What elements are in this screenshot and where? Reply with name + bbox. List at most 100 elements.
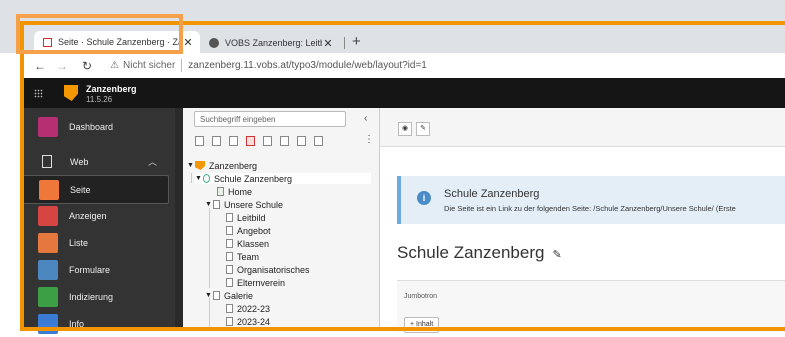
module-menu-resizer[interactable] [175,108,183,331]
page-icon [226,226,233,235]
module-dashboard[interactable]: Dashboard [20,113,175,140]
tree-node[interactable]: Team [226,251,259,262]
close-tab-icon[interactable]: ✕ [182,36,194,49]
divider-icon[interactable] [314,136,323,146]
tree-node[interactable]: Klassen [226,238,269,249]
expand-icon[interactable]: ▼ [205,292,213,299]
site-version: 11.5.26 [86,95,113,104]
tree-node-label: Home [228,186,253,197]
more-options-icon[interactable]: ⋮ [364,134,374,145]
tree-node[interactable]: Elternverein [226,277,285,288]
column-label: Jumbotron [404,293,438,300]
info-icon: i [417,191,431,205]
tree-node[interactable]: 2023-24 [226,316,270,327]
tree-node-selected[interactable]: ▼ Schule Zanzenberg [195,173,371,184]
tree-node-label: Klassen [237,238,270,249]
reload-icon[interactable]: ↻ [82,59,92,73]
typo3-topbar: Zanzenberg 11.5.26 [20,78,785,108]
tree-node[interactable]: ▼ Zanzenberg [187,160,257,171]
home-page-icon [217,187,224,196]
module-liste[interactable]: Liste [20,229,175,256]
back-icon[interactable]: ← [34,59,46,73]
page-icon [226,252,233,261]
tree-node-label: Team [237,251,260,262]
tree-node-label: 2023-24 [237,316,271,327]
edit-page-properties-icon[interactable]: ✎ [416,122,430,136]
new-page-advanced-icon[interactable] [212,136,221,146]
pencil-icon[interactable]: ✎ [552,249,561,261]
page-icon [42,155,52,168]
forward-icon[interactable]: → [56,59,68,73]
tree-node-label: Leitbild [237,212,266,223]
module-group-label: Web [70,156,89,167]
tree-node[interactable]: ▼ Galerie [205,290,253,301]
page-icon [213,291,220,300]
page-module-icon [39,179,59,200]
page-title: Schule Zanzenberg ✎ [397,243,562,263]
expand-icon[interactable]: ▼ [205,201,213,208]
module-label: Formulare [69,264,111,275]
expand-icon[interactable]: ▼ [187,162,195,169]
module-menu: Dashboard Web ︿ Seite Anzeigen Liste For… [20,108,175,334]
security-label[interactable]: Nicht sicher [123,60,175,71]
module-anzeigen[interactable]: Anzeigen [20,202,175,229]
tab-separator [344,37,345,49]
form-icon [38,259,58,280]
url-separator [181,59,183,72]
index-icon [38,286,58,307]
new-tab-button[interactable]: + [352,33,361,50]
module-info[interactable]: Info [20,310,175,337]
module-indizierung[interactable]: Indizierung [20,283,175,310]
address-bar: ← → ↻ ⚠ Nicht sicher zanzenberg.11.vobs.… [20,53,785,78]
module-group-web[interactable]: Web ︿ [20,148,175,175]
new-folder-icon[interactable] [280,136,289,146]
close-tab-icon[interactable]: ✕ [322,37,334,50]
view-page-icon[interactable]: ◉ [398,122,412,136]
module-menu-toggle-icon[interactable] [34,89,43,98]
browser-tab-inactive[interactable]: VOBS Zanzenberg: Leitbild ✕ [200,33,340,53]
expand-icon[interactable]: ▼ [195,175,203,182]
chevron-up-icon[interactable]: ︿ [148,155,157,168]
tree-node[interactable]: 2022-23 [226,303,270,314]
module-label: Anzeigen [69,210,107,221]
globe-favicon-icon [209,38,219,48]
site-name: Zanzenberg [86,84,137,94]
tree-node[interactable]: Leitbild [226,212,266,223]
new-mountpoint-icon[interactable] [246,136,255,146]
page-title-text: Schule Zanzenberg [397,243,545,262]
typo3-favicon-icon [43,37,52,47]
tree-guide [209,298,210,331]
page-icon [226,239,233,248]
new-shortcut-icon[interactable] [229,136,238,146]
site-root-icon [203,174,210,183]
tree-node-label: Galerie [224,290,254,301]
collapse-tree-icon[interactable]: ‹ [364,113,367,124]
info-callout-title: Schule Zanzenberg [444,188,540,200]
page-icon [226,265,233,274]
warning-icon[interactable]: ⚠ [110,60,119,71]
page-icon [226,304,233,313]
page-module-content: ◉ ✎ i Schule Zanzenberg Die Seite ist ei… [380,108,785,333]
tree-node-label: Zanzenberg [209,160,258,171]
tree-node[interactable]: Home [217,186,252,197]
module-label: Indizierung [69,291,114,302]
tree-node-label: Elternverein [237,277,286,288]
module-seite[interactable]: Seite [22,175,169,204]
tree-search-input[interactable]: Suchbegriff eingeben [194,111,346,127]
eye-icon [38,205,58,226]
browser-tab-active[interactable]: Seite · Schule Zanzenberg · Zanz ✕ [34,31,200,53]
url-input[interactable]: zanzenberg.11.vobs.at/typo3/module/web/l… [188,60,427,71]
tree-node[interactable]: Organisatorisches [226,264,310,275]
new-link-icon[interactable] [263,136,272,146]
tree-node-label: Organisatorisches [237,264,310,275]
tree-node[interactable]: Angebot [226,225,271,236]
page-icon [226,213,233,222]
module-label: Seite [70,184,91,195]
new-page-icon[interactable] [195,136,204,146]
tree-node[interactable]: ▼ Unsere Schule [205,199,283,210]
module-formulare[interactable]: Formulare [20,256,175,283]
doc-header-toolbar: ◉ ✎ [380,108,785,147]
root-icon [195,161,205,170]
trash-icon[interactable] [297,136,306,146]
tree-node-label: Unsere Schule [224,199,284,210]
